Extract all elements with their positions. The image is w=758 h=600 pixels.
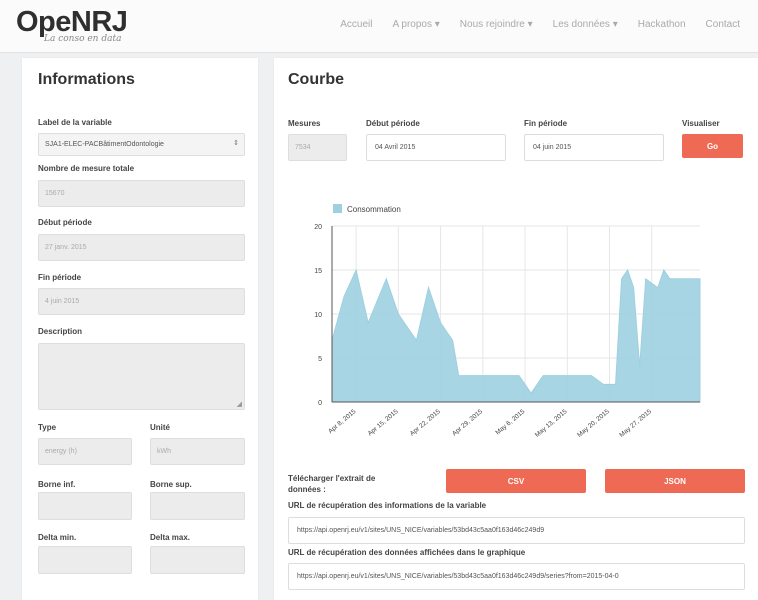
mesures-field[interactable]: 7534 (288, 134, 347, 161)
url-info-value: https://api.openrj.eu/v1/sites/UNS_NICE/… (297, 527, 545, 534)
y-tick-label: 5 (318, 356, 322, 363)
resize-handle-icon[interactable]: ◢ (237, 400, 242, 408)
series-area-consommation (331, 268, 701, 403)
url-data-value: https://api.openrj.eu/v1/sites/UNS_NICE/… (297, 573, 619, 580)
fin-periode-field[interactable]: 4 juin 2015 (38, 288, 245, 315)
borne-inf-label: Borne inf. (38, 480, 76, 489)
fin-periode-value: 4 juin 2015 (45, 298, 80, 305)
x-tick-label: May 20, 2015 (576, 408, 611, 439)
courbe-fin-value: 04 juin 2015 (533, 144, 572, 151)
courbe-debut-label: Début période (366, 119, 420, 128)
url-data-label: URL de récupération des données affichée… (288, 548, 526, 557)
delta-min-field[interactable] (38, 546, 132, 574)
y-tick-label: 0 (318, 400, 322, 407)
informations-title: Informations (38, 71, 135, 88)
delta-min-label: Delta min. (38, 533, 77, 542)
label-variable-label: Label de la variable (38, 118, 112, 127)
url-data-field[interactable]: https://api.openrj.eu/v1/sites/UNS_NICE/… (288, 563, 745, 590)
nav-accueil[interactable]: Accueil (340, 19, 372, 30)
borne-sup-field[interactable] (150, 492, 245, 520)
variable-select-value: SJA1-ELEC-PACBâtimentOdontologie (45, 141, 164, 148)
courbe-fin-label: Fin période (524, 119, 568, 128)
legend-label-consommation: Consommation (347, 205, 401, 214)
borne-inf-field[interactable] (38, 492, 132, 520)
url-info-label: URL de récupération des informations de … (288, 501, 487, 510)
description-textarea[interactable]: ◢ (38, 343, 245, 410)
courbe-debut-value: 04 Avril 2015 (375, 144, 416, 151)
description-label: Description (38, 327, 83, 336)
nav-a-propos[interactable]: A propos ▾ (393, 19, 440, 30)
x-tick-label: Apr 15, 2015 (367, 408, 400, 438)
type-field[interactable]: energy (h) (38, 438, 132, 465)
mesures-value: 7534 (295, 144, 311, 151)
unite-label: Unité (150, 423, 170, 432)
visualiser-label: Visualiser (682, 119, 720, 128)
debut-periode-value: 27 janv. 2015 (45, 244, 87, 251)
x-tick-label: Apr 8, 2015 (327, 408, 358, 435)
nb-mesure-value: 15670 (45, 190, 65, 197)
variable-select[interactable]: SJA1-ELEC-PACBâtimentOdontologie ⇕ (38, 133, 245, 156)
x-tick-label: Apr 29, 2015 (451, 408, 484, 438)
x-tick-label: Apr 22, 2015 (409, 408, 442, 438)
informations-panel: Informations Label de la variable SJA1-E… (22, 58, 258, 600)
top-navbar: OpeNRJ La conso en data Accueil A propos… (0, 0, 758, 53)
nb-mesure-label: Nombre de mesure totale (38, 164, 135, 173)
nb-mesure-field[interactable]: 15670 (38, 180, 245, 207)
debut-periode-label: Début période (38, 218, 92, 227)
y-tick-label: 20 (314, 224, 322, 231)
type-label: Type (38, 423, 57, 432)
nav-hackathon[interactable]: Hackathon (638, 19, 686, 30)
legend-swatch-consommation (333, 204, 342, 213)
courbe-panel: Courbe Mesures Début période Fin période… (274, 58, 758, 600)
x-tick-label: May 13, 2015 (534, 408, 569, 439)
fin-periode-label: Fin période (38, 273, 82, 282)
download-label: Télécharger l'extrait de données : (288, 473, 375, 495)
json-download-button[interactable]: JSON (605, 469, 745, 493)
type-value: energy (h) (45, 448, 77, 455)
delta-max-field[interactable] (150, 546, 245, 574)
debut-periode-field[interactable]: 27 janv. 2015 (38, 234, 245, 261)
x-tick-label: May 6, 2015 (494, 408, 526, 437)
courbe-debut-input[interactable]: 04 Avril 2015 (366, 134, 506, 161)
mesures-label: Mesures (288, 119, 321, 128)
y-tick-label: 15 (314, 268, 322, 275)
url-info-field[interactable]: https://api.openrj.eu/v1/sites/UNS_NICE/… (288, 517, 745, 544)
y-tick-label: 10 (314, 312, 322, 319)
logo-tagline: La conso en data (44, 34, 122, 44)
main-nav: Accueil A propos ▾ Nous rejoindre ▾ Les … (340, 19, 740, 30)
nav-contact[interactable]: Contact (706, 19, 740, 30)
download-label-line-1: Télécharger l'extrait de (288, 474, 376, 483)
go-button[interactable]: Go (682, 134, 743, 158)
unite-value: kWh (157, 448, 171, 455)
nav-les-donnees[interactable]: Les données ▾ (553, 19, 618, 30)
delta-max-label: Delta max. (150, 533, 191, 542)
courbe-fin-input[interactable]: 04 juin 2015 (524, 134, 664, 161)
download-label-line-2: données : (288, 485, 326, 494)
select-arrow-icon: ⇕ (233, 140, 239, 147)
x-tick-label: May 27, 2015 (618, 408, 653, 439)
csv-download-button[interactable]: CSV (446, 469, 586, 493)
courbe-title: Courbe (288, 71, 344, 88)
nav-nous-rejoindre[interactable]: Nous rejoindre ▾ (460, 19, 533, 30)
borne-sup-label: Borne sup. (150, 480, 192, 489)
unite-field[interactable]: kWh (150, 438, 245, 465)
